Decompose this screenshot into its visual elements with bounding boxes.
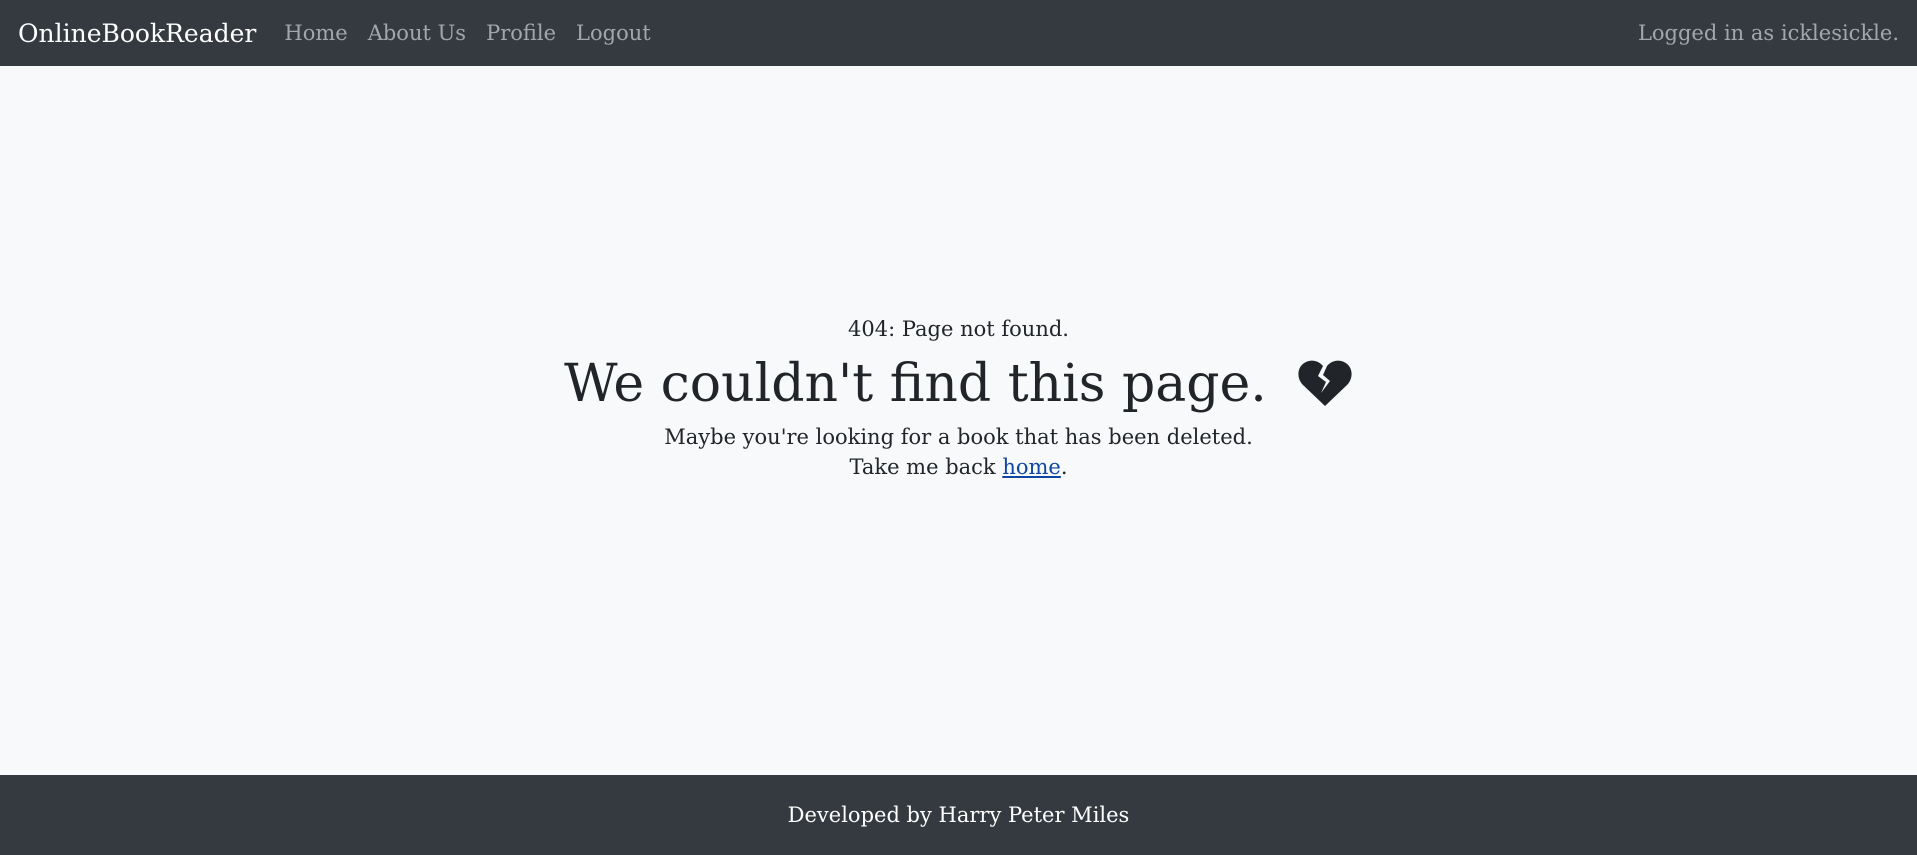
heart-broken-icon — [1297, 359, 1353, 409]
nav-link-about-us[interactable]: About Us — [368, 21, 466, 45]
error-status: 404: Page not found. — [848, 316, 1069, 341]
back-home-prefix: Take me back — [849, 454, 1003, 479]
page-footer: Developed by Harry Peter Miles — [0, 775, 1917, 855]
footer-credit: Developed by Harry Peter Miles — [787, 803, 1130, 827]
nav-link-logout[interactable]: Logout — [576, 21, 651, 45]
logged-in-status: Logged in as icklesickle. — [1637, 21, 1899, 45]
brand-link[interactable]: OnlineBookReader — [18, 19, 256, 48]
error-panel: 404: Page not found. We couldn't find th… — [564, 314, 1353, 482]
error-headline: We couldn't find this page. — [564, 353, 1267, 414]
nav-link-profile[interactable]: Profile — [486, 21, 556, 45]
headline-row: We couldn't find this page. — [564, 352, 1353, 416]
nav-link-home[interactable]: Home — [284, 21, 347, 45]
nav-links: Home About Us Profile Logout — [284, 21, 670, 45]
home-link[interactable]: home — [1002, 455, 1061, 479]
top-navbar: OnlineBookReader Home About Us Profile L… — [0, 0, 1917, 66]
back-home-line: Take me back home. — [564, 452, 1353, 482]
main-content: 404: Page not found. We couldn't find th… — [0, 66, 1917, 775]
back-home-suffix: . — [1060, 454, 1068, 479]
error-message: Maybe you're looking for a book that has… — [664, 424, 1253, 449]
